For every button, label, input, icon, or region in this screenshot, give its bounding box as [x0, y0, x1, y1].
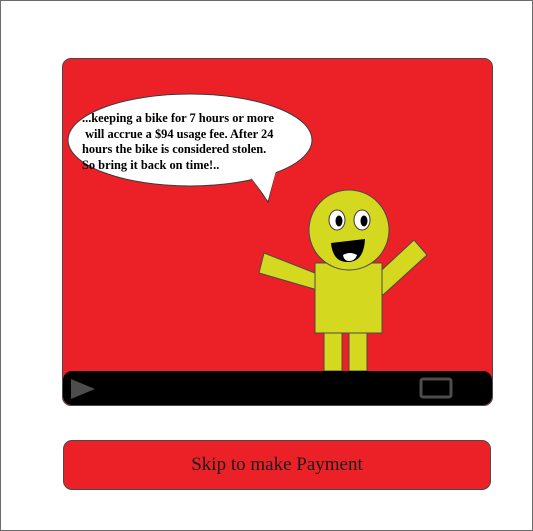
video-player[interactable]: ...keeping a bike for 7 hours or more wi…	[62, 58, 493, 406]
character-left-arm	[258, 252, 322, 292]
character-right-leg	[348, 330, 368, 372]
fullscreen-button[interactable]	[419, 377, 453, 399]
character-figure	[258, 189, 428, 372]
fullscreen-icon	[419, 377, 453, 399]
page-frame: ...keeping a bike for 7 hours or more wi…	[0, 0, 533, 531]
character-left-leg	[323, 330, 343, 372]
play-button[interactable]	[69, 377, 97, 401]
character-body	[314, 262, 383, 334]
play-icon	[71, 379, 95, 399]
speech-bubble-text: ...keeping a bike for 7 hours or more wi…	[82, 111, 275, 172]
skip-to-payment-button[interactable]: Skip to make Payment	[63, 440, 491, 490]
video-control-bar	[63, 371, 492, 405]
